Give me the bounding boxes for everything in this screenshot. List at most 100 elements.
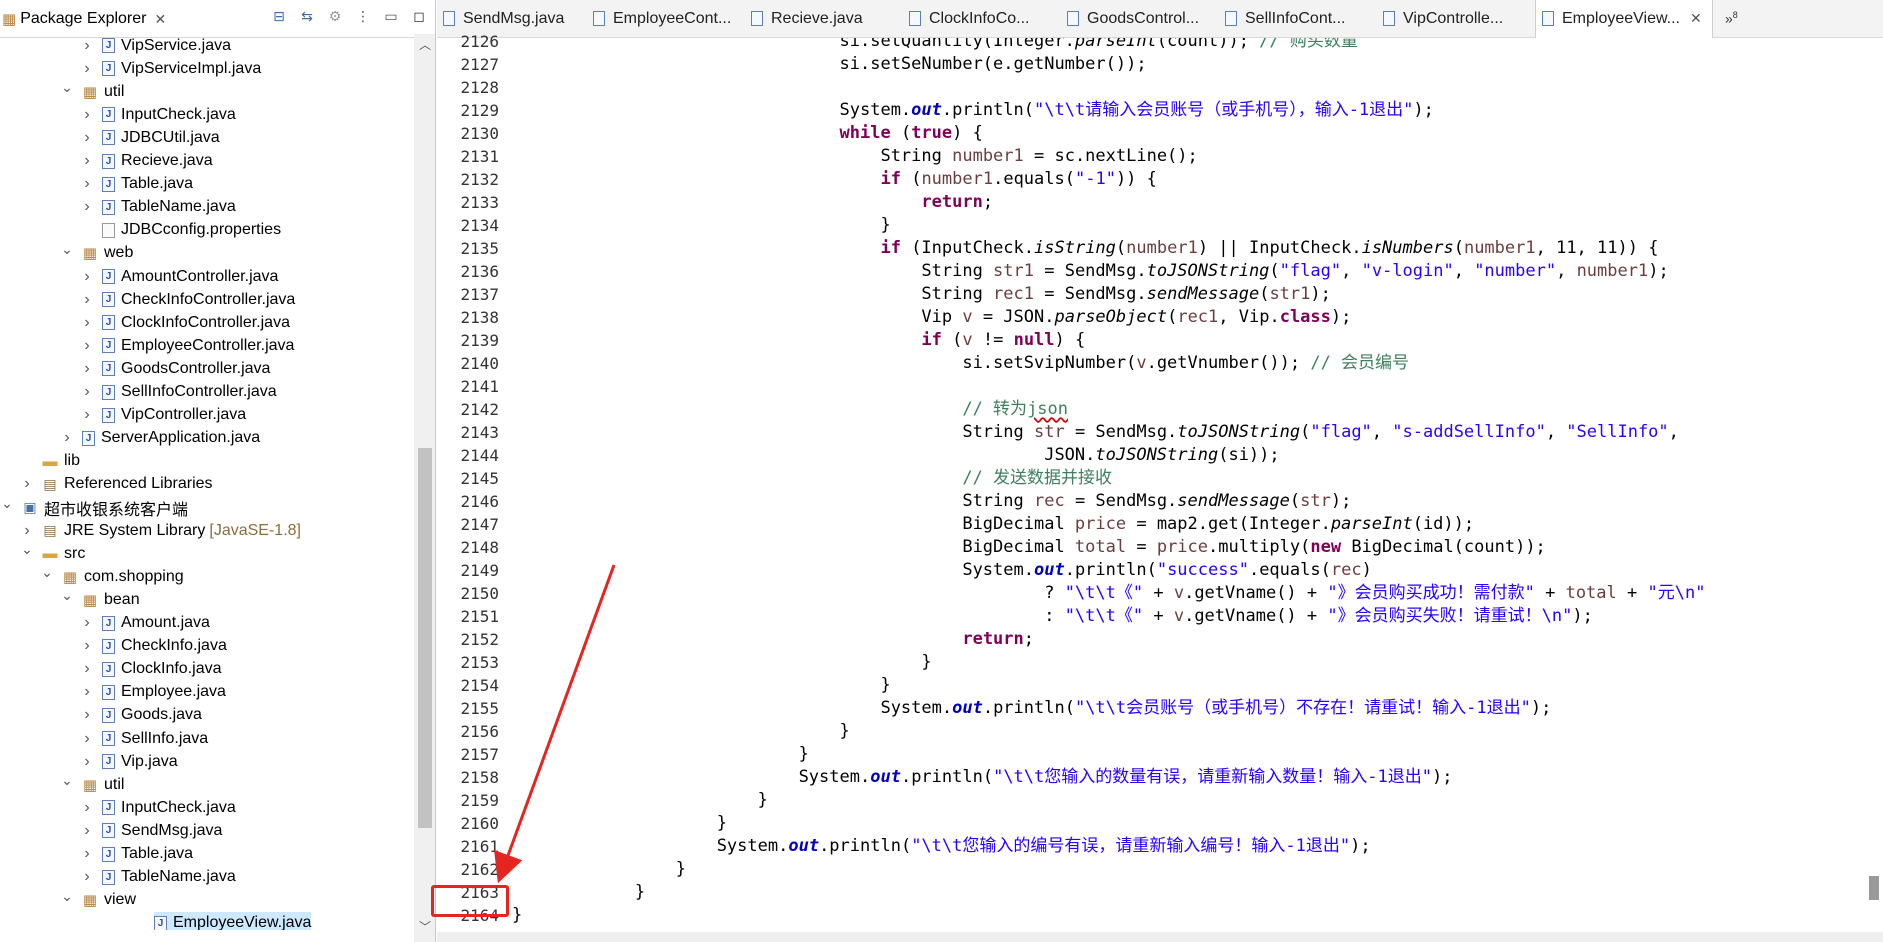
chevron-right-icon[interactable]: › [80,360,94,378]
code-line[interactable]: if (number1.equals("-1")) { [512,168,1156,191]
tree-item[interactable]: › J InputCheck.java [0,796,235,819]
chevron-down-icon[interactable]: ⌄ [60,772,74,789]
chevron-right-icon[interactable]: › [80,129,94,147]
chevron-right-icon[interactable]: › [80,753,94,771]
chevron-right-icon[interactable]: › [80,106,94,124]
tree-item[interactable]: › J Vip.java [0,750,177,773]
code-area[interactable]: si.setQuantity(Integer.parseInt(count));… [512,38,1862,932]
code-line[interactable]: return; [512,191,993,214]
tree-item[interactable]: ⌄ ▦ util [0,79,124,103]
tree-item[interactable]: › J VipServiceImpl.java [0,57,261,80]
tree-item[interactable]: › J GoodsController.java [0,357,270,380]
tree-item[interactable]: ⌄ ▦ view [0,888,136,912]
chevron-right-icon[interactable]: › [80,198,94,216]
tree-item[interactable]: › J InputCheck.java [0,103,235,126]
tree-item[interactable]: › ▤ Referenced Libraries [0,473,212,496]
editor-vertical-scrollbar[interactable] [1865,38,1883,932]
chevron-right-icon[interactable]: › [80,152,94,170]
code-line[interactable]: : "\t\t《" + v.getVname() + "》会员购买失败！请重试！… [512,605,1593,628]
code-line[interactable]: String rec = SendMsg.sendMessage(str); [512,490,1351,513]
editor-tab[interactable]: GoodsControl... [1061,0,1219,38]
scroll-down-icon[interactable]: ﹀ [414,918,435,935]
code-line[interactable]: } [512,743,809,766]
code-line[interactable]: System.out.println("\t\t您输入的数量有误，请重新输入数量… [512,766,1453,789]
tree-item[interactable]: › J Amount.java [0,612,210,635]
code-line[interactable]: si.setSvipNumber(v.getVnumber()); // 会员编… [512,352,1409,375]
explorer-scroll-thumb[interactable] [418,448,432,828]
editor-tab[interactable]: EmployeeView... ✕ [1535,0,1713,38]
editor-tab[interactable]: EmployeeCont... [587,0,745,38]
code-line[interactable]: } [512,789,768,812]
tree-item[interactable]: › J ClockInfoController.java [0,311,290,334]
chevron-right-icon[interactable]: › [80,406,94,424]
code-line[interactable]: String str = SendMsg.toJSONString("flag"… [512,421,1679,444]
code-line[interactable]: } [512,674,890,697]
chevron-right-icon[interactable]: › [80,268,94,286]
chevron-down-icon[interactable]: ⌄ [60,79,74,96]
code-line[interactable]: System.out.println("\t\t会员账号（或手机号）不存在！请重… [512,697,1551,720]
code-line[interactable]: // 转为json [512,398,1068,421]
chevron-right-icon[interactable]: › [80,37,94,55]
code-line[interactable]: String number1 = sc.nextLine(); [512,145,1197,168]
editor-horizontal-scrollbar[interactable] [437,932,1883,942]
tree-item[interactable]: ▬ lib [0,450,81,473]
chevron-down-icon[interactable]: ⌄ [0,495,14,512]
package-explorer-tab[interactable]: ▦ Package Explorer ✕ [0,0,166,38]
tree-item[interactable]: › J CheckInfo.java [0,635,227,658]
chevron-right-icon[interactable]: › [60,429,74,447]
tree-item[interactable]: › J CheckInfoController.java [0,288,295,311]
code-line[interactable]: if (InputCheck.isString(number1) || Inpu… [512,237,1658,260]
chevron-right-icon[interactable]: › [80,291,94,309]
chevron-right-icon[interactable]: › [80,614,94,632]
chevron-right-icon[interactable]: › [80,337,94,355]
chevron-down-icon[interactable]: ⌄ [60,241,74,258]
chevron-right-icon[interactable]: › [80,175,94,193]
code-line[interactable]: si.setSeNumber(e.getNumber()); [512,53,1147,76]
chevron-right-icon[interactable]: › [80,868,94,886]
tree-item[interactable]: › J TableName.java [0,866,235,889]
code-line[interactable]: BigDecimal total = price.multiply(new Bi… [512,536,1545,559]
tree-item[interactable]: ⌄ ▦ bean [0,587,139,611]
editor-tab[interactable]: ClockInfoCo... [903,0,1061,38]
chevron-right-icon[interactable]: › [80,60,94,78]
code-line[interactable]: ? "\t\t《" + v.getVname() + "》会员购买成功！需付款"… [512,582,1705,605]
chevron-right-icon[interactable]: › [80,845,94,863]
tree-item[interactable]: › J VipController.java [0,404,246,427]
tree-item[interactable]: › J SellInfo.java [0,727,208,750]
chevron-right-icon[interactable]: › [80,314,94,332]
code-line[interactable]: String str1 = SendMsg.toJSONString("flag… [512,260,1668,283]
tree-item[interactable]: › J Recieve.java [0,150,212,173]
collapse-all-icon[interactable]: ⊟ [270,8,288,25]
tree-item[interactable]: › J ClockInfo.java [0,658,221,681]
close-icon[interactable]: ✕ [1690,10,1702,27]
tree-item[interactable]: › J ServerApplication.java [0,427,260,450]
explorer-scrollbar[interactable]: ︿ ﹀ [414,34,435,942]
editor-tab[interactable]: Recieve.java [745,0,903,38]
code-line[interactable]: } [512,720,850,743]
code-line[interactable]: JSON.toJSONString(si)); [512,444,1279,467]
filters-icon[interactable]: ⚙ [326,8,344,25]
more-tabs-button[interactable]: »8 [1725,10,1738,27]
minimize-icon[interactable]: ▭ [382,8,400,25]
tree-item[interactable]: ⌄ ▦ util [0,772,124,796]
code-line[interactable]: } [512,812,727,835]
tree-item[interactable]: › J VipService.java [0,34,231,57]
chevron-right-icon[interactable]: › [80,383,94,401]
chevron-right-icon[interactable]: › [20,522,34,540]
chevron-right-icon[interactable]: › [80,683,94,701]
code-line[interactable]: } [512,881,645,904]
chevron-right-icon[interactable]: › [20,475,34,493]
maximize-icon[interactable]: ◻ [410,8,428,25]
code-line[interactable]: } [512,214,890,237]
tree-item[interactable]: › J TableName.java [0,196,235,219]
code-line[interactable]: Vip v = JSON.parseObject(rec1, Vip.class… [512,306,1351,329]
code-line[interactable]: String rec1 = SendMsg.sendMessage(str1); [512,283,1330,306]
code-line[interactable]: } [512,858,686,881]
tree-item[interactable]: ⌄ ▬ src [0,541,85,565]
code-line[interactable]: System.out.println("success".equals(rec) [512,559,1371,582]
code-line[interactable]: System.out.println("\t\t您输入的编号有误，请重新输入编号… [512,835,1371,858]
link-with-editor-icon[interactable]: ⇆ [298,8,316,25]
chevron-right-icon[interactable]: › [80,822,94,840]
tree-item[interactable]: › ▤ JRE System Library [JavaSE-1.8] [0,519,301,542]
code-line[interactable]: // 发送数据并接收 [512,467,1112,490]
